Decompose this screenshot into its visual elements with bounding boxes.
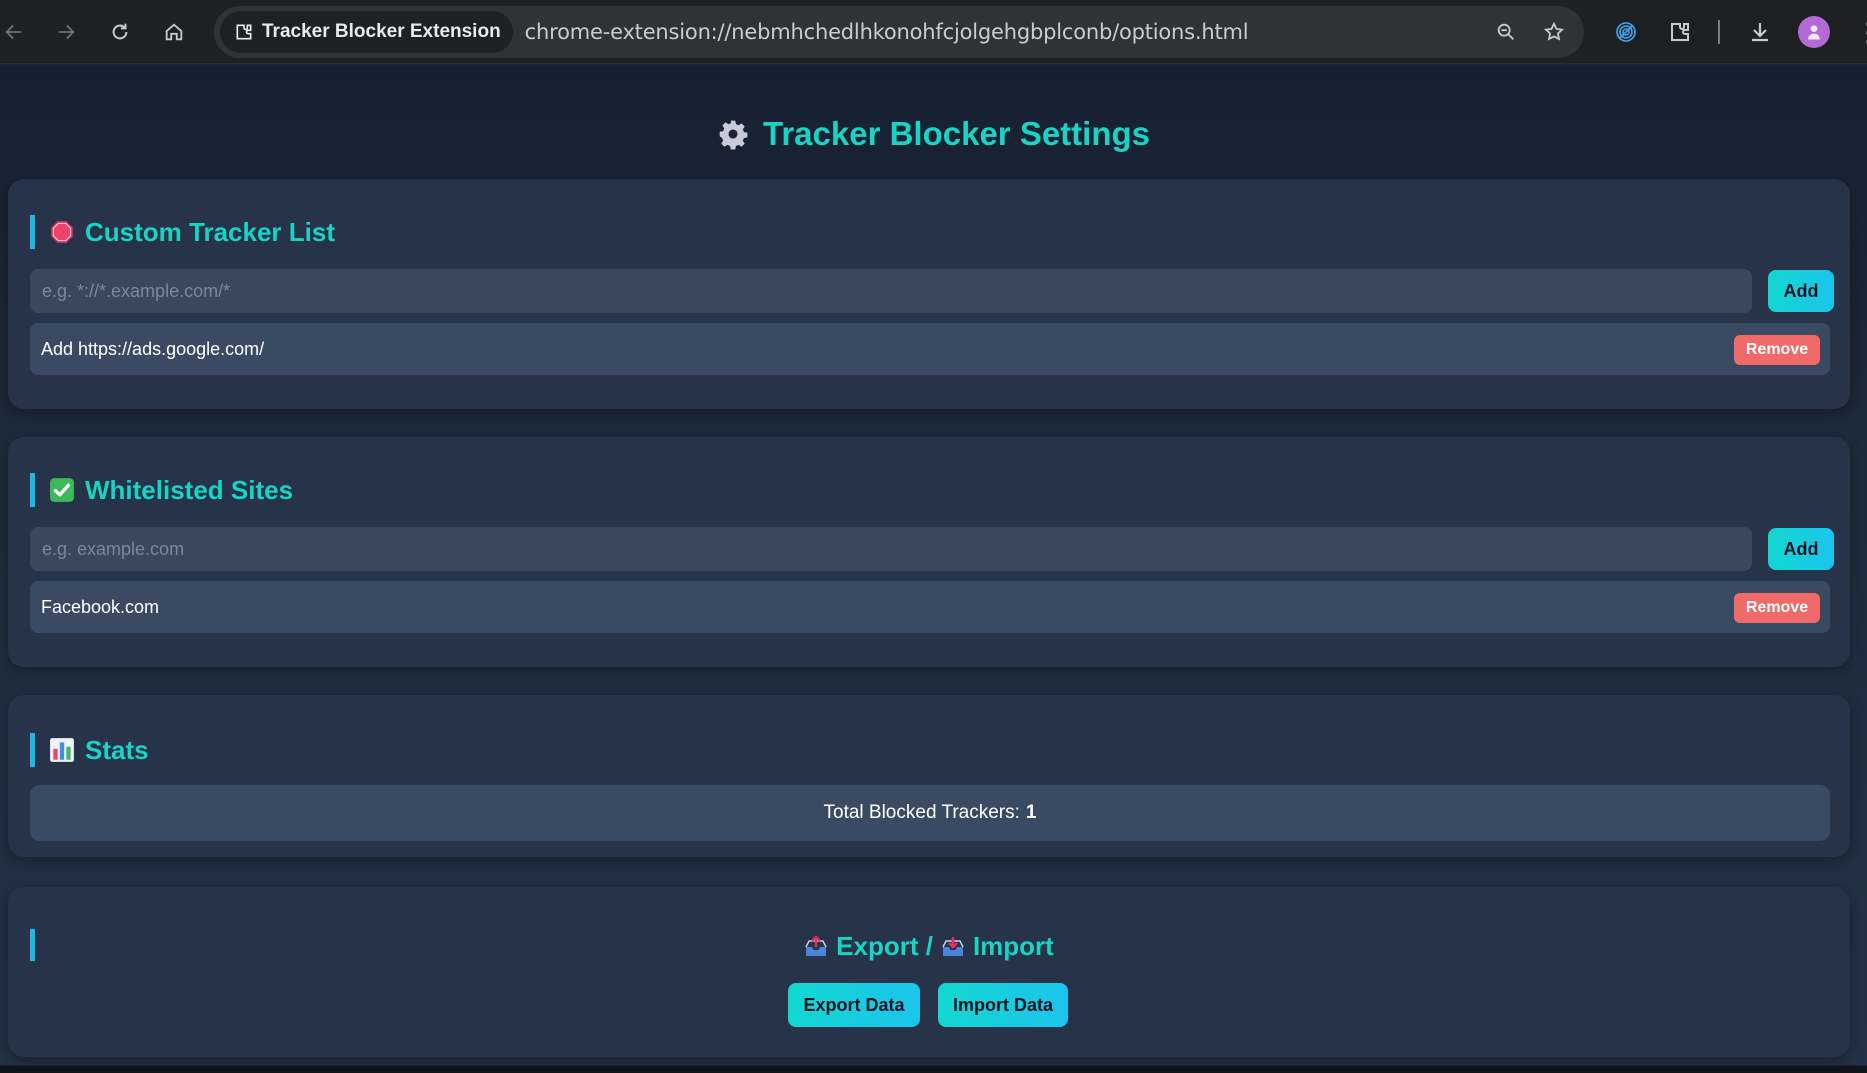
export-data-button[interactable]: Export Data xyxy=(788,983,920,1027)
whitelist-heading: Whitelisted Sites xyxy=(30,473,293,507)
stats-heading-text: Stats xyxy=(85,734,149,765)
gear-icon xyxy=(719,120,748,150)
blocked-count-value: 1 xyxy=(1025,802,1037,823)
custom-tracker-heading-text: Custom Tracker List xyxy=(85,216,335,247)
whitelist-card: Whitelisted Sites Add Facebook.com Remov… xyxy=(8,437,1850,667)
custom-tracker-input[interactable] xyxy=(30,269,1752,313)
whitelist-heading-text: Whitelisted Sites xyxy=(85,474,294,505)
import-heading-text: Import xyxy=(972,931,1054,961)
browser-toolbar: Tracker Blocker Extension chrome-extensi… xyxy=(0,0,1867,64)
page-title: Tracker Blocker Settings xyxy=(0,115,1867,153)
tracker-extension-icon[interactable] xyxy=(1606,12,1646,52)
tracker-item-text: Add https://ads.google.com/ xyxy=(41,338,265,359)
remove-whitelist-button[interactable]: Remove xyxy=(1734,593,1820,623)
add-tracker-button[interactable]: Add xyxy=(1768,270,1834,312)
export-import-card: Export / Import Export Data Import Data xyxy=(8,887,1850,1057)
forward-icon[interactable] xyxy=(46,12,86,52)
inbox-tray-icon xyxy=(942,936,964,956)
import-data-button[interactable]: Import Data xyxy=(938,983,1068,1027)
stats-heading: Stats xyxy=(30,733,149,767)
stats-card: Stats Total Blocked Trackers: 1 xyxy=(8,695,1850,857)
custom-tracker-input-row: Add xyxy=(30,269,1834,313)
reload-icon[interactable] xyxy=(100,12,140,52)
extensions-puzzle-icon[interactable] xyxy=(1660,12,1700,52)
url-text[interactable]: chrome-extension://nebmhchedlhkonohfcjol… xyxy=(525,20,1249,44)
download-icon[interactable] xyxy=(1740,12,1780,52)
export-heading-text: Export / xyxy=(836,931,933,961)
custom-tracker-card: Custom Tracker List Add Add https://ads.… xyxy=(8,179,1850,409)
add-whitelist-button[interactable]: Add xyxy=(1768,528,1834,570)
list-item: Add https://ads.google.com/ Remove xyxy=(30,323,1830,375)
bar-chart-icon xyxy=(50,738,74,762)
extension-page-icon xyxy=(236,24,252,40)
export-import-heading: Export / Import xyxy=(8,931,1850,962)
stats-box: Total Blocked Trackers: 1 xyxy=(30,785,1830,841)
whitelist-input[interactable] xyxy=(30,527,1752,571)
whitelist-item-text: Facebook.com xyxy=(41,596,160,617)
page-title-text: Tracker Blocker Settings xyxy=(762,115,1150,152)
site-chip-label: Tracker Blocker Extension xyxy=(262,21,501,42)
outbox-tray-icon xyxy=(805,934,827,956)
options-page: Tracker Blocker Settings Custom Tracker … xyxy=(0,65,1867,1065)
stop-sign-icon xyxy=(51,221,73,243)
profile-avatar-icon[interactable] xyxy=(1798,16,1830,48)
home-icon[interactable] xyxy=(154,12,194,52)
list-item: Facebook.com Remove xyxy=(30,581,1830,633)
address-bar[interactable]: Tracker Blocker Extension chrome-extensi… xyxy=(214,6,1584,58)
zoom-icon[interactable] xyxy=(1488,14,1524,50)
site-info-chip[interactable]: Tracker Blocker Extension xyxy=(220,11,513,53)
bookmark-star-icon[interactable] xyxy=(1536,14,1572,50)
whitelist-input-row: Add xyxy=(30,527,1834,571)
blocked-count-label: Total Blocked Trackers: xyxy=(823,802,1020,823)
remove-tracker-button[interactable]: Remove xyxy=(1734,335,1820,365)
check-mark-icon xyxy=(50,478,74,502)
window-bottom-edge xyxy=(0,1066,1867,1073)
more-menu-icon[interactable]: ⋮ xyxy=(1855,14,1867,50)
back-icon[interactable] xyxy=(0,12,34,52)
toolbar-separator xyxy=(1718,20,1720,44)
custom-tracker-heading: Custom Tracker List xyxy=(30,215,335,249)
